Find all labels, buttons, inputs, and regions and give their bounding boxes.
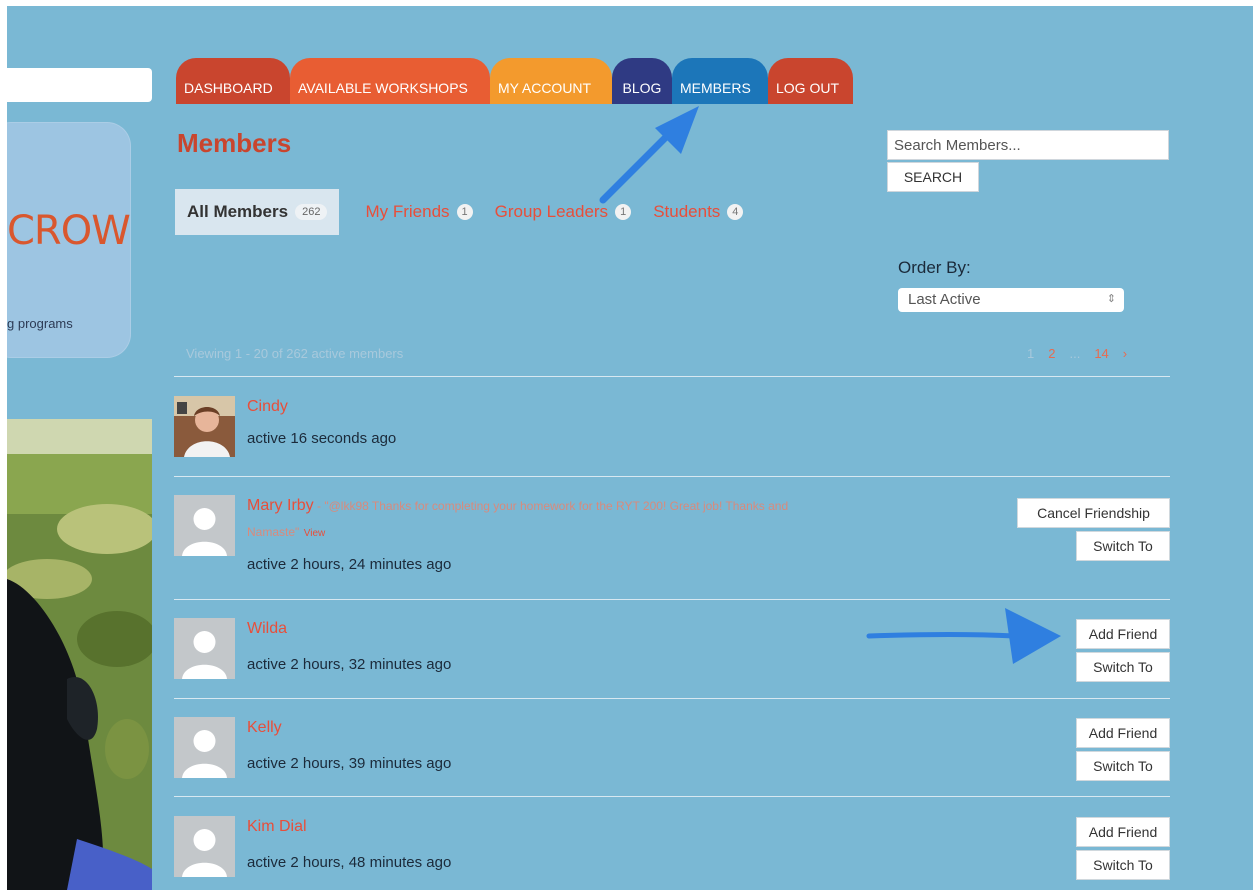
page-ellipsis: ... [1069, 346, 1081, 361]
member-search-input[interactable]: Search Members... [887, 130, 1169, 160]
tab-available-workshops[interactable]: AVAILABLE WORKSHOPS [290, 58, 490, 104]
main-nav: DASHBOARD AVAILABLE WORKSHOPS MY ACCOUNT… [176, 58, 853, 104]
order-by-value: Last Active [908, 291, 981, 308]
sidebar-search-input[interactable] [7, 68, 152, 102]
member-latest-update: - "@lkk98 Thanks for completing your hom… [313, 499, 789, 513]
divider [174, 698, 1170, 699]
viewing-count: Viewing 1 - 20 of 262 active members [186, 346, 404, 361]
annotation-arrow-icon [599, 106, 699, 204]
member-quote-line: Namaste" View [247, 523, 325, 541]
tab-dashboard[interactable]: DASHBOARD [176, 58, 290, 104]
add-friend-button[interactable]: Add Friend [1076, 619, 1170, 649]
page-title: Members [177, 128, 292, 158]
count-badge: 1 [615, 204, 632, 220]
avatar[interactable] [174, 396, 235, 457]
divider [174, 599, 1170, 600]
add-friend-button[interactable]: Add Friend [1076, 718, 1170, 748]
avatar[interactable] [174, 618, 235, 679]
logo-tagline: g programs [7, 316, 73, 331]
avatar[interactable] [174, 495, 235, 556]
switch-to-button[interactable]: Switch To [1076, 531, 1170, 561]
annotation-arrow-icon [866, 608, 1061, 664]
page-background: CROW g programs DASHBOARD AVAILABLE WORK… [7, 6, 1253, 890]
cancel-friendship-button[interactable]: Cancel Friendship [1017, 498, 1170, 528]
member-last-active: active 2 hours, 32 minutes ago [247, 656, 452, 673]
select-arrows-icon: ⇕ [1106, 293, 1116, 305]
member-name[interactable]: Mary Irby [247, 497, 314, 514]
divider [174, 796, 1170, 797]
view-link[interactable]: View [304, 528, 326, 539]
filter-label: Group Leaders [494, 202, 609, 221]
tab-blog[interactable]: BLOG [612, 58, 672, 104]
filter-all-members[interactable]: All Members 262 [175, 189, 340, 235]
member-name-line: Mary Irby - "@lkk98 Thanks for completin… [247, 497, 788, 515]
avatar[interactable] [174, 717, 235, 778]
filter-my-friends[interactable]: My Friends 1 [365, 202, 473, 222]
order-by-label: Order By: [898, 258, 971, 277]
count-badge: 262 [295, 204, 328, 220]
sidebar-photo [7, 419, 152, 890]
filter-label: My Friends [365, 202, 450, 221]
tab-members[interactable]: MEMBERS [672, 58, 768, 104]
divider [174, 476, 1170, 477]
member-name[interactable]: Kelly [247, 719, 282, 737]
search-button[interactable]: SEARCH [887, 162, 979, 192]
member-name[interactable]: Kim Dial [247, 818, 307, 836]
switch-to-button[interactable]: Switch To [1076, 751, 1170, 781]
order-by-select[interactable]: Last Active ⇕ [898, 288, 1124, 312]
logo-text: CROW [7, 208, 131, 254]
filter-label: All Members [187, 202, 289, 221]
member-last-active: active 2 hours, 24 minutes ago [247, 556, 452, 573]
member-last-active: active 2 hours, 39 minutes ago [247, 755, 452, 772]
switch-to-button[interactable]: Switch To [1076, 850, 1170, 880]
member-last-active: active 16 seconds ago [247, 430, 397, 447]
pagination: 1 2 ... 14 › [1027, 346, 1127, 361]
member-name[interactable]: Cindy [247, 398, 288, 416]
add-friend-button[interactable]: Add Friend [1076, 817, 1170, 847]
page-next[interactable]: › [1123, 346, 1127, 361]
tab-my-account[interactable]: MY ACCOUNT [490, 58, 612, 104]
page-link[interactable]: 14 [1094, 346, 1108, 361]
avatar[interactable] [174, 816, 235, 877]
member-latest-update-end: Namaste" [247, 525, 300, 539]
member-name[interactable]: Wilda [247, 620, 287, 638]
divider [174, 376, 1170, 377]
tab-log-out[interactable]: LOG OUT [768, 58, 853, 104]
switch-to-button[interactable]: Switch To [1076, 652, 1170, 682]
page-link[interactable]: 2 [1048, 346, 1055, 361]
member-last-active: active 2 hours, 48 minutes ago [247, 854, 452, 871]
page-current: 1 [1027, 346, 1035, 361]
count-badge: 4 [727, 204, 744, 220]
count-badge: 1 [456, 204, 473, 220]
